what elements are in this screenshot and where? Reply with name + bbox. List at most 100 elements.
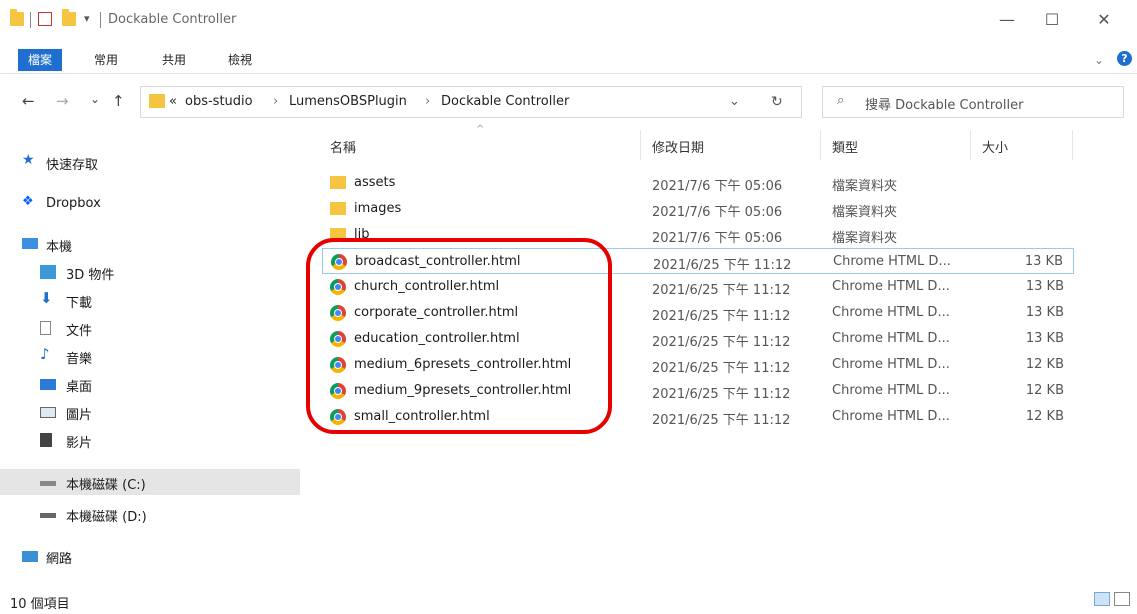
file-type: 檔案資料夾 [832, 231, 898, 246]
new-folder-icon[interactable] [62, 9, 76, 26]
computer-icon [22, 238, 38, 249]
breadcrumb-overflow[interactable]: « [169, 94, 177, 109]
breadcrumb-separator[interactable]: › [273, 94, 278, 109]
breadcrumb-lumensobsplugin[interactable]: LumensOBSPlugin [289, 94, 407, 109]
video-icon [40, 433, 52, 447]
file-name: images [354, 201, 402, 216]
ribbon-tabs: 檔案 常用 共用 檢視 ⌄ ? [0, 46, 1137, 74]
help-icon[interactable]: ? [1117, 51, 1132, 66]
column-header-type[interactable]: 類型 [832, 137, 858, 156]
breadcrumb-dockable-controller[interactable]: Dockable Controller [441, 94, 569, 109]
details-view-icon[interactable] [1094, 592, 1110, 606]
file-row[interactable]: images 2021/7/6 下午 05:06 檔案資料夾 [322, 196, 1074, 222]
file-type: Chrome HTML D... [832, 331, 950, 346]
file-date: 2021/6/25 下午 11:12 [653, 258, 792, 273]
network-icon [22, 551, 38, 562]
file-type: 檔案資料夾 [832, 205, 898, 220]
sidebar-item-pictures[interactable]: 圖片 [0, 399, 300, 425]
status-item-count: 10 個項目 [10, 597, 70, 612]
column-divider[interactable] [1072, 130, 1073, 160]
ribbon-collapse-icon[interactable]: ⌄ [1094, 50, 1104, 70]
star-icon: ★ [22, 152, 35, 168]
address-bar[interactable]: « obs-studio › LumensOBSPlugin › Dockabl… [140, 86, 802, 118]
sidebar-item-label: 影片 [66, 436, 93, 451]
divider [30, 12, 31, 28]
sidebar-item-music[interactable]: ♪ 音樂 [0, 343, 300, 369]
3d-objects-icon [40, 265, 56, 279]
folder-icon [10, 9, 24, 26]
sidebar-item-label: 圖片 [66, 408, 93, 423]
column-divider[interactable] [640, 130, 641, 160]
maximize-button[interactable]: ☐ [1030, 6, 1074, 34]
column-header-name[interactable]: 名稱 [330, 137, 356, 156]
search-icon: ⌕ [837, 93, 845, 108]
pictures-icon [40, 407, 56, 418]
close-button[interactable]: ✕ [1082, 6, 1126, 34]
breadcrumb-separator[interactable]: › [425, 94, 430, 109]
search-box[interactable]: ⌕ 搜尋 Dockable Controller [822, 86, 1124, 118]
column-divider[interactable] [820, 130, 821, 160]
sidebar-item-drive-d[interactable]: 本機磁碟 (D:) [0, 501, 300, 527]
file-size: 13 KB [1024, 254, 1063, 269]
highlight-annotation [306, 238, 612, 434]
forward-button[interactable]: → [56, 92, 69, 110]
tab-view[interactable]: 檢視 [228, 50, 252, 70]
properties-icon[interactable] [38, 12, 52, 26]
sort-ascending-icon: ^ [476, 124, 485, 135]
sidebar-item-dropbox[interactable]: ❖ Dropbox [0, 191, 300, 217]
sidebar-item-label: 本機 [46, 240, 73, 255]
drive-d-icon [40, 513, 56, 518]
download-icon: ⬇ [40, 289, 53, 307]
file-date: 2021/6/25 下午 11:12 [652, 361, 791, 376]
file-type: Chrome HTML D... [832, 383, 950, 398]
tab-share[interactable]: 共用 [162, 50, 186, 70]
quick-access-dropdown-icon[interactable]: ▾ [84, 12, 90, 25]
minimize-button[interactable]: — [985, 6, 1029, 34]
large-icons-view-icon[interactable] [1114, 592, 1130, 606]
drive-c-icon [40, 481, 56, 486]
tab-file[interactable]: 檔案 [18, 49, 62, 71]
sidebar-item-this-pc[interactable]: 本機 [0, 231, 300, 257]
back-button[interactable]: ← [22, 92, 35, 110]
search-input[interactable]: 搜尋 Dockable Controller [865, 94, 1023, 113]
file-type: Chrome HTML D... [832, 305, 950, 320]
file-size: 13 KB [1025, 331, 1064, 346]
sidebar-item-videos[interactable]: 影片 [0, 427, 300, 453]
sidebar-item-desktop[interactable]: 桌面 [0, 371, 300, 397]
file-date: 2021/7/6 下午 05:06 [652, 179, 783, 194]
file-date: 2021/6/25 下午 11:12 [652, 413, 791, 428]
refresh-icon[interactable]: ↻ [771, 94, 783, 110]
sidebar-item-network[interactable]: 網路 [0, 543, 300, 569]
sidebar-item-label: Dropbox [46, 196, 101, 211]
sidebar-item-drive-c[interactable]: 本機磁碟 (C:) [0, 469, 300, 495]
divider [100, 12, 101, 28]
file-row[interactable]: assets 2021/7/6 下午 05:06 檔案資料夾 [322, 170, 1074, 196]
file-date: 2021/7/6 下午 05:06 [652, 205, 783, 220]
column-header-size[interactable]: 大小 [982, 137, 1008, 156]
file-size: 13 KB [1025, 305, 1064, 320]
sidebar-item-quick-access[interactable]: ★ 快速存取 [0, 149, 300, 175]
breadcrumb-obs-studio[interactable]: obs-studio [185, 94, 253, 109]
tab-home[interactable]: 常用 [94, 50, 118, 70]
file-date: 2021/6/25 下午 11:12 [652, 387, 791, 402]
sidebar-item-label: 桌面 [66, 380, 93, 395]
file-type: Chrome HTML D... [832, 279, 950, 294]
sidebar-item-label: 快速存取 [46, 158, 99, 173]
sidebar-item-downloads[interactable]: ⬇ 下載 [0, 287, 300, 313]
up-button[interactable]: ↑ [112, 92, 125, 110]
file-size: 12 KB [1025, 357, 1064, 372]
folder-icon [330, 202, 346, 215]
navigation-bar: ← → ⌄ ↑ « obs-studio › LumensOBSPlugin ›… [0, 84, 1137, 120]
column-divider[interactable] [970, 130, 971, 160]
file-date: 2021/7/6 下午 05:06 [652, 231, 783, 246]
address-dropdown-icon[interactable]: ⌄ [729, 94, 740, 109]
file-size: 12 KB [1025, 383, 1064, 398]
sidebar-item-label: 音樂 [66, 352, 93, 367]
sidebar-item-label: 本機磁碟 (D:) [66, 510, 147, 525]
sidebar-item-documents[interactable]: 文件 [0, 315, 300, 341]
music-icon: ♪ [40, 345, 50, 363]
sidebar-item-label: 下載 [66, 296, 93, 311]
recent-locations-icon[interactable]: ⌄ [90, 92, 100, 106]
sidebar-item-3d-objects[interactable]: 3D 物件 [0, 259, 300, 285]
column-header-date[interactable]: 修改日期 [652, 137, 704, 156]
